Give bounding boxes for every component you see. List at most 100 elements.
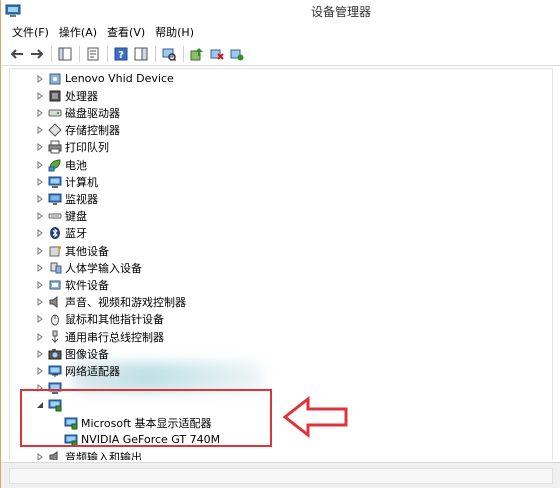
uninstall-button[interactable] <box>209 46 225 62</box>
tree-item-label: 存储控制器 <box>65 124 120 138</box>
tree-item-label: 处理器 <box>65 89 98 103</box>
toolbar-separator <box>79 45 80 62</box>
usb-icon <box>48 330 62 344</box>
tree-item[interactable]: 网络适配器 <box>10 362 552 379</box>
expand-arrow-icon[interactable] <box>36 263 44 272</box>
expand-arrow-icon[interactable] <box>36 143 44 152</box>
tree-item[interactable]: 声音、视频和游戏控制器 <box>10 294 552 311</box>
camera-icon <box>48 347 62 361</box>
tree-item[interactable]: 通用串行总线控制器 <box>10 328 552 345</box>
toolbar-separator <box>107 45 108 62</box>
tree-item[interactable]: 存储控制器 <box>10 122 552 139</box>
tree-item-label: 通用串行总线控制器 <box>65 330 164 344</box>
uninstall-icon <box>210 49 224 60</box>
expand-arrow-icon[interactable] <box>36 212 44 221</box>
properties-button[interactable] <box>85 46 101 62</box>
tree-item-label: 蓝牙 <box>65 227 87 241</box>
tree-item-label: 声音、视频和游戏控制器 <box>65 296 186 310</box>
tree-item[interactable]: 键盘 <box>10 208 552 225</box>
speaker-icon <box>48 295 62 309</box>
arrow-left-icon <box>10 48 23 59</box>
expand-arrow-icon[interactable] <box>36 332 44 341</box>
expand-arrow-icon[interactable] <box>36 126 44 135</box>
expand-arrow-icon[interactable] <box>36 74 44 83</box>
tree-item[interactable]: 音频输入和输出 <box>10 448 552 460</box>
tree-item-label: 软件设备 <box>65 278 109 292</box>
svg-text:?: ? <box>118 50 124 61</box>
tree-item[interactable]: 人体学输入设备 <box>10 259 552 276</box>
menu-action[interactable]: 操作(A) <box>54 23 102 42</box>
bluetooth-icon <box>48 226 62 240</box>
expand-arrow-icon[interactable] <box>36 246 44 255</box>
battery-icon <box>48 158 62 172</box>
computer-icon <box>48 175 62 189</box>
menu-view[interactable]: 查看(V) <box>102 23 150 42</box>
keyboard-icon <box>48 209 62 223</box>
audio-io-icon <box>48 450 62 460</box>
update-driver-button[interactable] <box>189 46 205 62</box>
toolbar-separator <box>155 45 156 62</box>
show-action-pane-button[interactable] <box>133 46 149 62</box>
tree-item-label: 图像设备 <box>65 347 109 361</box>
other-devices-icon: ? <box>48 244 62 258</box>
tree-item[interactable]: 打印队列 <box>10 139 552 156</box>
device-manager-window: 设备管理器 文件(F) 操作(A) 查看(V) 帮助(H) ? Lenovo V… <box>0 0 560 488</box>
hid-device-icon <box>48 72 62 86</box>
expand-arrow-icon[interactable] <box>36 315 44 324</box>
tree-item[interactable]: 蓝牙 <box>10 225 552 242</box>
storage-controller-icon <box>48 123 62 137</box>
expand-arrow-icon[interactable] <box>36 177 44 186</box>
scan-icon <box>162 48 176 61</box>
update-driver-icon <box>190 47 203 60</box>
expand-arrow-icon[interactable] <box>36 194 44 203</box>
scan-hardware-button[interactable] <box>161 46 177 62</box>
help-icon: ? <box>114 47 128 61</box>
show-hide-console-tree-button[interactable] <box>57 46 73 62</box>
expand-arrow-icon[interactable] <box>36 366 44 375</box>
tree-item[interactable]: 计算机 <box>10 173 552 190</box>
tree-item[interactable]: 处理器 <box>10 87 552 104</box>
status-bar <box>1 462 560 488</box>
expand-arrow-icon[interactable] <box>36 229 44 238</box>
tree-item-label: 网络适配器 <box>65 364 120 378</box>
back-button[interactable] <box>9 46 25 62</box>
tree-item[interactable]: 监视器 <box>10 190 552 207</box>
menu-bar: 文件(F) 操作(A) 查看(V) 帮助(H) <box>1 23 560 42</box>
expand-arrow-icon[interactable] <box>36 280 44 289</box>
tree-item[interactable]: 鼠标和其他指针设备 <box>10 311 552 328</box>
tree-item[interactable]: ? 其他设备 <box>10 242 552 259</box>
action-pane-icon <box>134 47 148 60</box>
expand-arrow-icon[interactable] <box>36 298 44 307</box>
tree-item-label: 音频输入和输出 <box>65 450 142 460</box>
svg-text:?: ? <box>57 245 62 254</box>
menu-help[interactable]: 帮助(H) <box>150 23 199 42</box>
expand-arrow-icon[interactable] <box>36 91 44 100</box>
mouse-icon <box>48 312 62 326</box>
tree-item[interactable]: 磁盘驱动器 <box>10 104 552 121</box>
hid-icon <box>48 261 62 275</box>
disk-drive-icon <box>48 106 62 120</box>
tree-item[interactable]: Lenovo Vhid Device <box>10 70 552 87</box>
arrow-annotation-icon <box>282 396 348 438</box>
tree-item[interactable]: 电池 <box>10 156 552 173</box>
forward-button[interactable] <box>29 46 45 62</box>
menu-file[interactable]: 文件(F) <box>7 23 54 42</box>
tree-item[interactable]: 软件设备 <box>10 276 552 293</box>
monitor-icon <box>48 192 62 206</box>
toolbar-separator <box>51 45 52 62</box>
toolbar: ? <box>1 42 560 66</box>
tree-item-label: 键盘 <box>65 210 87 224</box>
tree-item-label: 人体学输入设备 <box>65 261 142 275</box>
arrow-right-icon <box>31 48 44 59</box>
printer-icon <box>48 140 62 154</box>
tree-item[interactable]: 图像设备 <box>10 345 552 362</box>
expand-arrow-icon[interactable] <box>36 349 44 358</box>
help-button[interactable]: ? <box>113 46 129 62</box>
processor-icon <box>48 89 62 103</box>
tree-item-label: Lenovo Vhid Device <box>65 72 174 85</box>
enable-device-button[interactable] <box>229 46 245 62</box>
expand-arrow-icon[interactable] <box>36 160 44 169</box>
software-device-icon <box>48 278 62 292</box>
expand-arrow-icon[interactable] <box>36 108 44 117</box>
expand-arrow-icon[interactable] <box>36 452 44 460</box>
